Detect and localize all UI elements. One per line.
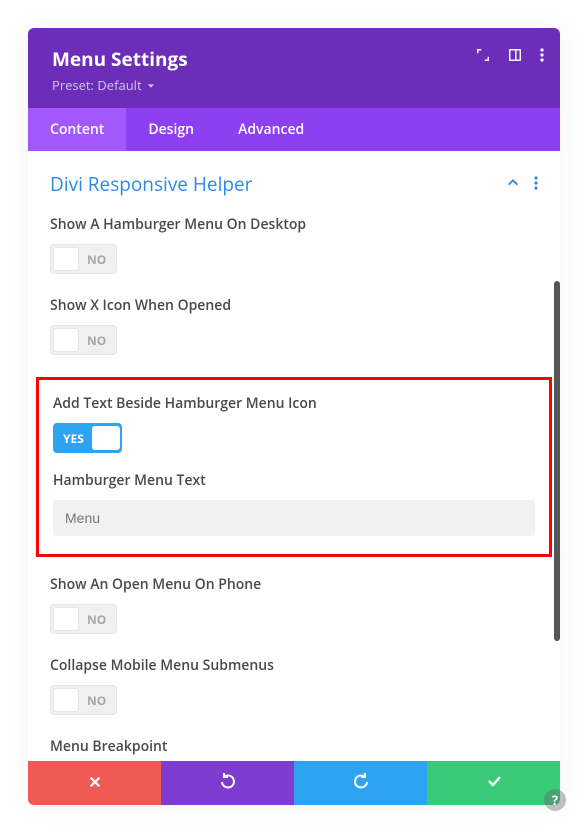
check-icon <box>486 772 502 794</box>
toggle-x-icon[interactable]: NO <box>50 325 117 355</box>
toggle-open-phone[interactable]: NO <box>50 604 117 634</box>
tab-design[interactable]: Design <box>126 108 216 151</box>
tab-advanced[interactable]: Advanced <box>216 108 326 151</box>
field-menu-text: Hamburger Menu Text <box>53 471 535 536</box>
preset-prefix: Preset: <box>52 76 94 94</box>
modal-header: Menu Settings Preset: Default <box>28 28 560 108</box>
tab-bar: Content Design Advanced <box>28 108 560 151</box>
label-hamburger-desktop: Show A Hamburger Menu On Desktop <box>50 215 538 234</box>
field-add-text: Add Text Beside Hamburger Menu Icon YES <box>53 394 535 453</box>
save-button[interactable] <box>427 761 560 805</box>
toggle-hamburger-desktop[interactable]: NO <box>50 244 117 274</box>
scrollbar[interactable] <box>554 281 560 641</box>
field-hamburger-desktop: Show A Hamburger Menu On Desktop NO <box>50 215 538 276</box>
toggle-knob <box>53 607 79 631</box>
section-title[interactable]: Divi Responsive Helper <box>50 171 252 197</box>
header-icons <box>476 48 544 62</box>
settings-modal: Menu Settings Preset: Default Content De… <box>28 28 560 805</box>
label-collapse-submenus: Collapse Mobile Menu Submenus <box>50 656 538 675</box>
help-bubble-icon[interactable]: ? <box>544 789 566 811</box>
caret-down-icon <box>147 76 155 94</box>
field-open-phone: Show An Open Menu On Phone NO <box>50 575 538 636</box>
section-actions <box>506 173 538 195</box>
label-menu-text: Hamburger Menu Text <box>53 471 535 490</box>
cancel-button[interactable] <box>28 761 161 805</box>
preset-value: Default <box>97 76 141 94</box>
toggle-value: NO <box>87 692 106 709</box>
snap-icon[interactable] <box>508 48 522 62</box>
section-header: Divi Responsive Helper <box>50 171 538 197</box>
content-area: Divi Responsive Helper Show A Hamburger … <box>28 151 560 761</box>
label-open-phone: Show An Open Menu On Phone <box>50 575 538 594</box>
highlighted-region: Add Text Beside Hamburger Menu Icon YES … <box>36 377 552 557</box>
modal-footer <box>28 761 560 805</box>
toggle-collapse-submenus[interactable]: NO <box>50 685 117 715</box>
undo-button[interactable] <box>161 761 294 805</box>
label-x-icon: Show X Icon When Opened <box>50 296 538 315</box>
label-add-text: Add Text Beside Hamburger Menu Icon <box>53 394 535 413</box>
modal-title: Menu Settings <box>52 46 536 72</box>
undo-icon <box>220 772 236 794</box>
close-icon <box>88 772 102 794</box>
toggle-value: NO <box>87 251 106 268</box>
tab-content[interactable]: Content <box>28 108 126 151</box>
collapse-section-icon[interactable] <box>506 173 520 195</box>
kebab-menu-icon[interactable] <box>540 48 544 62</box>
field-collapse-submenus: Collapse Mobile Menu Submenus NO <box>50 656 538 717</box>
input-menu-text[interactable] <box>53 500 535 536</box>
toggle-knob <box>53 688 79 712</box>
redo-button[interactable] <box>294 761 427 805</box>
toggle-knob <box>92 426 120 450</box>
toggle-add-text[interactable]: YES <box>53 423 122 453</box>
section-kebab-icon[interactable] <box>534 173 538 195</box>
toggle-value: NO <box>87 332 106 349</box>
preset-selector[interactable]: Preset: Default <box>52 76 536 94</box>
toggle-knob <box>53 328 79 352</box>
toggle-value: NO <box>87 611 106 628</box>
toggle-value: YES <box>63 430 84 447</box>
field-breakpoint: Menu Breakpoint 0px <box>50 737 538 761</box>
field-x-icon: Show X Icon When Opened NO <box>50 296 538 357</box>
toggle-knob <box>53 247 79 271</box>
expand-icon[interactable] <box>476 48 490 62</box>
label-breakpoint: Menu Breakpoint <box>50 737 538 756</box>
redo-icon <box>353 772 369 794</box>
